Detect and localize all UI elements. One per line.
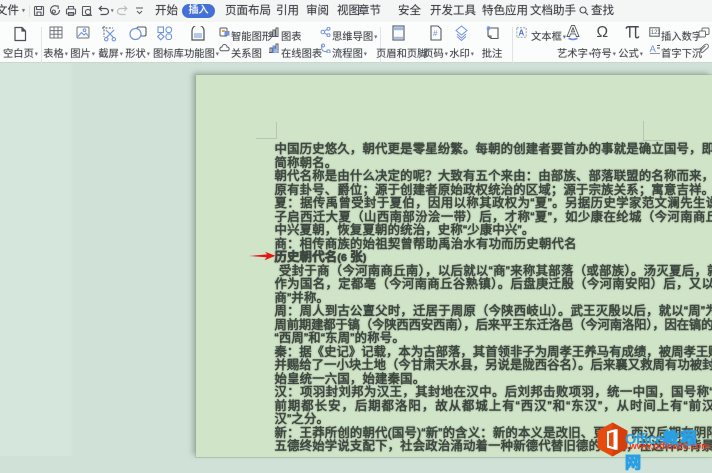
svg-text:123: 123: [651, 30, 660, 36]
svg-text:#: #: [433, 29, 438, 38]
svg-text:A: A: [519, 29, 525, 38]
svg-text:A: A: [650, 44, 657, 54]
